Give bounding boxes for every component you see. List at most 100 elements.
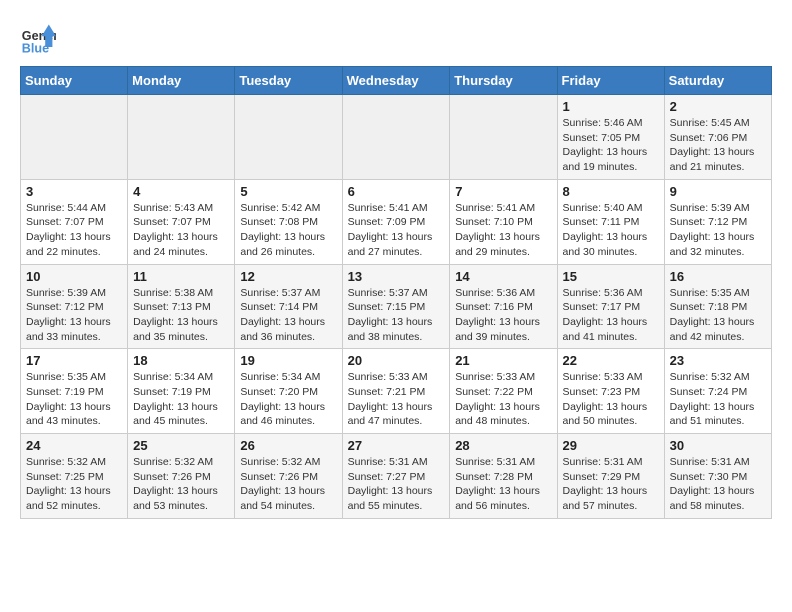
calendar-cell: 12 Sunrise: 5:37 AM Sunset: 7:14 PM Dayli…: [235, 264, 342, 349]
day-number: 12: [240, 269, 336, 284]
day-info: Sunrise: 5:41 AM Sunset: 7:09 PM Dayligh…: [348, 201, 445, 260]
day-number: 30: [670, 438, 766, 453]
calendar-cell: 7 Sunrise: 5:41 AM Sunset: 7:10 PM Daylig…: [450, 179, 557, 264]
day-number: 11: [133, 269, 229, 284]
calendar-cell: [21, 95, 128, 180]
calendar-cell: 4 Sunrise: 5:43 AM Sunset: 7:07 PM Daylig…: [128, 179, 235, 264]
day-number: 26: [240, 438, 336, 453]
weekday-header: Friday: [557, 67, 664, 95]
day-info: Sunrise: 5:33 AM Sunset: 7:22 PM Dayligh…: [455, 370, 551, 429]
day-info: Sunrise: 5:39 AM Sunset: 7:12 PM Dayligh…: [26, 286, 122, 345]
day-info: Sunrise: 5:37 AM Sunset: 7:15 PM Dayligh…: [348, 286, 445, 345]
day-number: 2: [670, 99, 766, 114]
calendar-cell: [450, 95, 557, 180]
weekday-header: Sunday: [21, 67, 128, 95]
logo-icon: General Blue: [20, 20, 56, 56]
day-info: Sunrise: 5:35 AM Sunset: 7:19 PM Dayligh…: [26, 370, 122, 429]
calendar-cell: 30 Sunrise: 5:31 AM Sunset: 7:30 PM Dayli…: [664, 434, 771, 519]
calendar-week-row: 10 Sunrise: 5:39 AM Sunset: 7:12 PM Dayli…: [21, 264, 772, 349]
calendar-cell: 8Sunrise: 5:40 AM Sunset: 7:11 PM Daylig…: [557, 179, 664, 264]
day-info: Sunrise: 5:41 AM Sunset: 7:10 PM Dayligh…: [455, 201, 551, 260]
calendar-cell: 23 Sunrise: 5:32 AM Sunset: 7:24 PM Dayli…: [664, 349, 771, 434]
day-info: Sunrise: 5:32 AM Sunset: 7:24 PM Dayligh…: [670, 370, 766, 429]
svg-text:Blue: Blue: [22, 41, 49, 55]
calendar-cell: 26 Sunrise: 5:32 AM Sunset: 7:26 PM Dayli…: [235, 434, 342, 519]
weekday-header: Saturday: [664, 67, 771, 95]
calendar-cell: 22 Sunrise: 5:33 AM Sunset: 7:23 PM Dayli…: [557, 349, 664, 434]
calendar-week-row: 1Sunrise: 5:46 AM Sunset: 7:05 PM Daylig…: [21, 95, 772, 180]
day-info: Sunrise: 5:36 AM Sunset: 7:17 PM Dayligh…: [563, 286, 659, 345]
day-number: 6: [348, 184, 445, 199]
calendar-cell: 21 Sunrise: 5:33 AM Sunset: 7:22 PM Dayli…: [450, 349, 557, 434]
day-number: 29: [563, 438, 659, 453]
day-number: 23: [670, 353, 766, 368]
day-number: 9: [670, 184, 766, 199]
calendar-cell: 20 Sunrise: 5:33 AM Sunset: 7:21 PM Dayli…: [342, 349, 450, 434]
day-info: Sunrise: 5:31 AM Sunset: 7:28 PM Dayligh…: [455, 455, 551, 514]
calendar-week-row: 17 Sunrise: 5:35 AM Sunset: 7:19 PM Dayli…: [21, 349, 772, 434]
day-info: Sunrise: 5:38 AM Sunset: 7:13 PM Dayligh…: [133, 286, 229, 345]
day-number: 3: [26, 184, 122, 199]
calendar-cell: [342, 95, 450, 180]
calendar-cell: 1Sunrise: 5:46 AM Sunset: 7:05 PM Daylig…: [557, 95, 664, 180]
day-info: Sunrise: 5:43 AM Sunset: 7:07 PM Dayligh…: [133, 201, 229, 260]
day-number: 22: [563, 353, 659, 368]
day-number: 13: [348, 269, 445, 284]
day-number: 18: [133, 353, 229, 368]
day-number: 21: [455, 353, 551, 368]
day-info: Sunrise: 5:40 AM Sunset: 7:11 PM Dayligh…: [563, 201, 659, 260]
calendar-cell: 3 Sunrise: 5:44 AM Sunset: 7:07 PM Daylig…: [21, 179, 128, 264]
day-number: 16: [670, 269, 766, 284]
day-number: 1: [563, 99, 659, 114]
weekday-header: Tuesday: [235, 67, 342, 95]
day-info: Sunrise: 5:33 AM Sunset: 7:21 PM Dayligh…: [348, 370, 445, 429]
weekday-header: Thursday: [450, 67, 557, 95]
day-info: Sunrise: 5:44 AM Sunset: 7:07 PM Dayligh…: [26, 201, 122, 260]
day-info: Sunrise: 5:35 AM Sunset: 7:18 PM Dayligh…: [670, 286, 766, 345]
day-info: Sunrise: 5:32 AM Sunset: 7:26 PM Dayligh…: [240, 455, 336, 514]
day-number: 10: [26, 269, 122, 284]
day-number: 20: [348, 353, 445, 368]
day-info: Sunrise: 5:31 AM Sunset: 7:27 PM Dayligh…: [348, 455, 445, 514]
calendar-cell: 5Sunrise: 5:42 AM Sunset: 7:08 PM Daylig…: [235, 179, 342, 264]
day-info: Sunrise: 5:34 AM Sunset: 7:20 PM Dayligh…: [240, 370, 336, 429]
calendar-cell: 13 Sunrise: 5:37 AM Sunset: 7:15 PM Dayli…: [342, 264, 450, 349]
calendar-cell: 6 Sunrise: 5:41 AM Sunset: 7:09 PM Daylig…: [342, 179, 450, 264]
day-number: 5: [240, 184, 336, 199]
calendar-cell: [235, 95, 342, 180]
day-info: Sunrise: 5:39 AM Sunset: 7:12 PM Dayligh…: [670, 201, 766, 260]
day-info: Sunrise: 5:37 AM Sunset: 7:14 PM Dayligh…: [240, 286, 336, 345]
calendar-cell: 24 Sunrise: 5:32 AM Sunset: 7:25 PM Dayli…: [21, 434, 128, 519]
day-number: 7: [455, 184, 551, 199]
day-number: 27: [348, 438, 445, 453]
calendar-cell: 11 Sunrise: 5:38 AM Sunset: 7:13 PM Dayli…: [128, 264, 235, 349]
weekday-header: Wednesday: [342, 67, 450, 95]
header-row: SundayMondayTuesdayWednesdayThursdayFrid…: [21, 67, 772, 95]
day-info: Sunrise: 5:45 AM Sunset: 7:06 PM Dayligh…: [670, 116, 766, 175]
calendar-cell: 29Sunrise: 5:31 AM Sunset: 7:29 PM Dayli…: [557, 434, 664, 519]
day-number: 24: [26, 438, 122, 453]
calendar-cell: 9 Sunrise: 5:39 AM Sunset: 7:12 PM Daylig…: [664, 179, 771, 264]
calendar-cell: 17 Sunrise: 5:35 AM Sunset: 7:19 PM Dayli…: [21, 349, 128, 434]
day-info: Sunrise: 5:33 AM Sunset: 7:23 PM Dayligh…: [563, 370, 659, 429]
calendar-header: SundayMondayTuesdayWednesdayThursdayFrid…: [21, 67, 772, 95]
calendar-cell: [128, 95, 235, 180]
day-info: Sunrise: 5:32 AM Sunset: 7:25 PM Dayligh…: [26, 455, 122, 514]
day-number: 19: [240, 353, 336, 368]
calendar-body: 1Sunrise: 5:46 AM Sunset: 7:05 PM Daylig…: [21, 95, 772, 519]
day-info: Sunrise: 5:36 AM Sunset: 7:16 PM Dayligh…: [455, 286, 551, 345]
calendar-cell: 28Sunrise: 5:31 AM Sunset: 7:28 PM Dayli…: [450, 434, 557, 519]
day-info: Sunrise: 5:31 AM Sunset: 7:30 PM Dayligh…: [670, 455, 766, 514]
calendar-cell: 25 Sunrise: 5:32 AM Sunset: 7:26 PM Dayli…: [128, 434, 235, 519]
day-number: 17: [26, 353, 122, 368]
calendar-cell: 18 Sunrise: 5:34 AM Sunset: 7:19 PM Dayli…: [128, 349, 235, 434]
day-number: 15: [563, 269, 659, 284]
day-info: Sunrise: 5:34 AM Sunset: 7:19 PM Dayligh…: [133, 370, 229, 429]
weekday-header: Monday: [128, 67, 235, 95]
day-number: 25: [133, 438, 229, 453]
calendar-cell: 10 Sunrise: 5:39 AM Sunset: 7:12 PM Dayli…: [21, 264, 128, 349]
calendar-cell: 2 Sunrise: 5:45 AM Sunset: 7:06 PM Daylig…: [664, 95, 771, 180]
day-number: 4: [133, 184, 229, 199]
calendar-week-row: 3 Sunrise: 5:44 AM Sunset: 7:07 PM Daylig…: [21, 179, 772, 264]
day-info: Sunrise: 5:32 AM Sunset: 7:26 PM Dayligh…: [133, 455, 229, 514]
